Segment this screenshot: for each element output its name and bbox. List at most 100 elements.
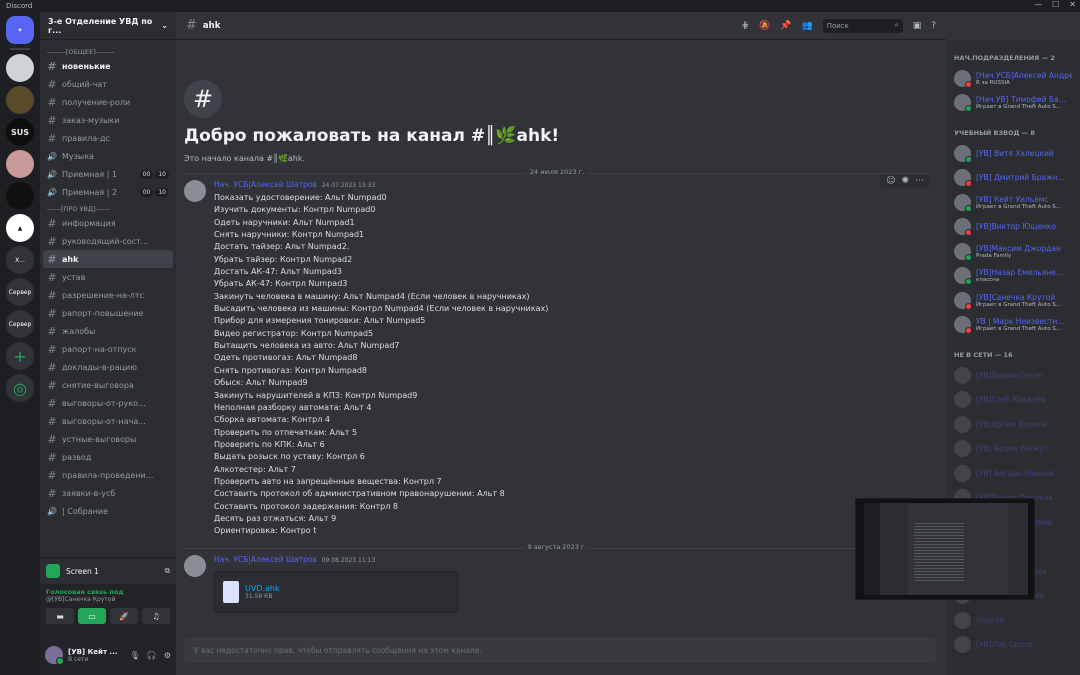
channel-item[interactable]: # устные-выговоры [43, 430, 173, 448]
category-general[interactable]: --------[ОБЩЕЕ]-------- [43, 44, 173, 57]
channel-item[interactable]: # выговоры-от-нача... [43, 412, 173, 430]
user-name[interactable]: [УВ] Кейт ... [68, 648, 117, 656]
channel-item[interactable]: # заказ-музыки [43, 111, 173, 129]
avatar[interactable] [954, 193, 972, 212]
avatar[interactable] [954, 291, 972, 310]
message-author[interactable]: Нач. УСБ|Алексей Шатров [214, 180, 317, 189]
activity-button[interactable]: 🚀 [110, 608, 138, 624]
explore-servers-icon[interactable]: ◎ [6, 374, 34, 402]
minimize-icon[interactable]: — [1034, 0, 1042, 12]
camera-button[interactable]: ▬ [46, 608, 74, 624]
channel-item[interactable]: # правила-проведени... [43, 466, 173, 484]
discord-home-icon[interactable]: ✦ [6, 16, 34, 44]
channel-item[interactable]: # руководящий-сост... [43, 232, 173, 250]
avatar[interactable] [954, 218, 972, 237]
server-icon-1[interactable] [6, 54, 34, 82]
avatar[interactable] [954, 415, 971, 433]
channel-item[interactable]: # снятие-выговора [43, 376, 173, 394]
member-item[interactable]: [УВ]Вадим Сотин [950, 363, 1076, 388]
channel-item[interactable]: # рапорт-повышение [43, 304, 173, 322]
channel-item[interactable]: # жалобы [43, 322, 173, 340]
channel-item[interactable]: # развод [43, 448, 173, 466]
member-item[interactable]: [УВ]Лев Орлов [950, 633, 1076, 658]
member-item[interactable]: chu999 [950, 608, 1076, 633]
member-item[interactable]: [УВ] Кейт Уильямс Играет в Grand Theft Au… [950, 190, 1076, 215]
channel-item[interactable]: 🔊 Приемная | 2 00 10 [43, 183, 173, 201]
avatar[interactable] [184, 554, 206, 577]
inbox-icon[interactable]: ▣ [913, 21, 922, 31]
more-options-icon[interactable]: ⋯ [915, 176, 924, 186]
add-server-icon[interactable]: + [6, 342, 34, 370]
member-list-icon[interactable]: 👥 [801, 21, 812, 31]
screen-share-preview[interactable] [855, 498, 1035, 600]
channel-item[interactable]: # доклады-в-рацию [43, 358, 173, 376]
channel-item[interactable]: # рапорт-на-отпуск [43, 340, 173, 358]
channel-item[interactable]: # ahk [43, 250, 173, 268]
avatar[interactable] [954, 267, 972, 286]
voice-status-title[interactable]: Голосовая связь под [46, 588, 170, 596]
channel-item[interactable]: # устав [43, 268, 173, 286]
channel-item[interactable]: 🔊 Приемная | 1 00 10 [43, 165, 173, 183]
member-item[interactable]: [УВ] Витя Халецкий [950, 141, 1076, 166]
member-item[interactable]: [УВ]Максим Джордан Prada Family [950, 239, 1076, 264]
popout-icon[interactable]: ⧉ [165, 566, 170, 576]
avatar[interactable] [954, 316, 972, 335]
channel-item[interactable]: # информация [43, 214, 173, 232]
channel-item[interactable]: 🔊 Музыка [43, 147, 173, 165]
server-icon-search-2[interactable]: Сервер [6, 310, 34, 338]
channel-item[interactable]: # правила-дс [43, 129, 173, 147]
category-about[interactable]: ------[ПРО УВД]------ [43, 201, 173, 214]
avatar[interactable] [954, 440, 971, 458]
avatar[interactable] [954, 366, 971, 384]
channel-item[interactable]: # выговоры-от-руко... [43, 394, 173, 412]
avatar[interactable] [954, 94, 972, 113]
avatar[interactable] [954, 611, 971, 629]
channel-item[interactable]: # получение-роли [43, 93, 173, 111]
channel-item[interactable]: # разрешение-на-лтс [43, 286, 173, 304]
avatar[interactable] [954, 464, 971, 482]
member-item[interactable]: [УВ] Архип Баркут [950, 437, 1076, 462]
file-attachment[interactable]: UVD.ahk 31.59 КВ [214, 570, 458, 613]
notification-bell-icon[interactable]: 🔕 [759, 21, 770, 31]
member-item[interactable]: [Нач.УСБ]Алексей Андре... R за RUSSIA [950, 66, 1076, 91]
message[interactable]: Нач. УСБ|Алексей Шатров 24.07.2023 13:33… [176, 174, 946, 538]
gear-icon[interactable]: ⚙ [164, 651, 171, 660]
microphone-icon[interactable]: 🎙 [130, 651, 140, 660]
message-author[interactable]: Нач. УСБ|Алексей Шатров [214, 555, 317, 564]
server-icon-x[interactable]: X... [6, 246, 34, 274]
screen-share-button[interactable]: ▭ [78, 608, 106, 624]
member-item[interactable]: [Нач.УВ] Тимофей Ба... Играет в Grand The… [950, 91, 1076, 116]
server-header[interactable]: 3-е Отделение УВД по г... ⌄ [40, 12, 176, 40]
server-icon-search-1[interactable]: Сервер [6, 278, 34, 306]
member-item[interactable]: [УВ]Санечка Крутой Играет в Grand Theft A… [950, 288, 1076, 313]
channel-item[interactable]: # новенькие [43, 57, 173, 75]
message[interactable]: Нач. УСБ|Алексей Шатров 09.08.2023 11:13… [176, 554, 946, 613]
avatar[interactable] [954, 69, 972, 88]
voice-channel-name[interactable]: @[УВ]Санечка Крутой [46, 596, 170, 603]
member-item[interactable]: УВ | Марк Неизвестн... Играет в Grand The… [950, 313, 1076, 338]
avatar[interactable] [184, 180, 206, 202]
add-reaction-icon[interactable]: ☺ [886, 176, 895, 186]
member-item[interactable]: [УВ] Дмитрий Бражн... [950, 166, 1076, 191]
channel-item[interactable]: # заявки-в-усб [43, 484, 173, 502]
search-input[interactable]: Поиск ⌕ [822, 18, 903, 33]
member-item[interactable]: [УВ]Артём Волков [950, 412, 1076, 437]
server-icon-2[interactable] [6, 86, 34, 114]
member-item[interactable]: [УВ] Богдан Ровный [950, 461, 1076, 486]
member-item[interactable]: [УВ]Глеб Ковалёв [950, 388, 1076, 413]
maximize-icon[interactable]: ☐ [1052, 0, 1059, 12]
avatar[interactable] [954, 169, 972, 188]
server-icon-4[interactable] [6, 150, 34, 178]
headphones-icon[interactable]: 🎧 [147, 651, 157, 660]
channel-item[interactable]: # общий-чат [43, 75, 173, 93]
server-icon-5[interactable] [6, 182, 34, 210]
pin-icon[interactable]: 📌 [780, 21, 791, 31]
avatar[interactable] [954, 144, 972, 163]
server-icon-sus[interactable]: SUS [6, 118, 34, 146]
close-icon[interactable]: ✕ [1069, 0, 1076, 12]
channel-item[interactable]: 🔊 | Собрание [43, 502, 173, 520]
threads-icon[interactable]: ⋕ [742, 21, 750, 31]
avatar[interactable] [954, 242, 972, 261]
help-icon[interactable]: ? [931, 21, 936, 31]
super-reaction-icon[interactable]: ✺ [901, 176, 909, 186]
